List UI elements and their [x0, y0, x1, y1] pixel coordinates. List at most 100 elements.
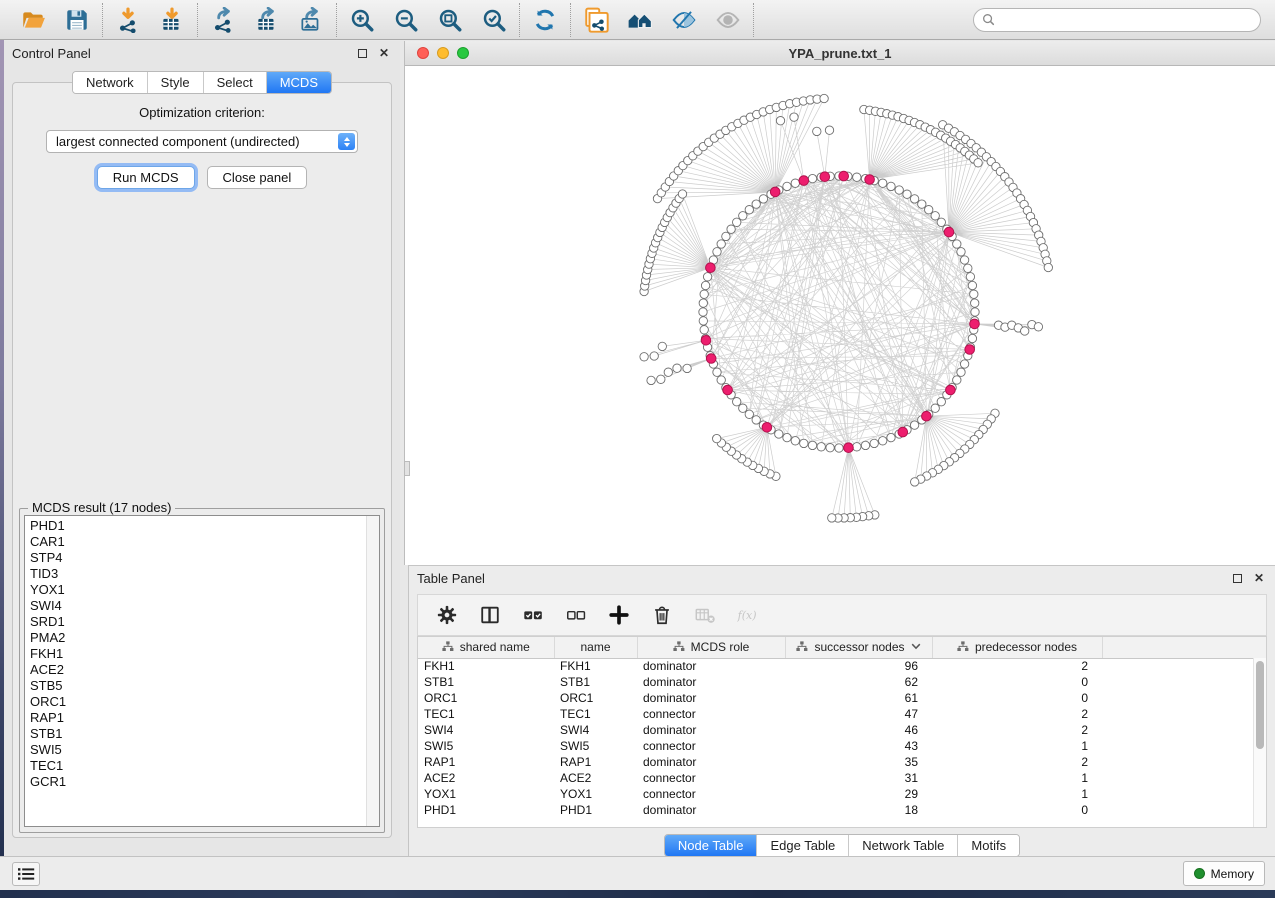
mcds-result-item[interactable]: SWI5 [30, 742, 379, 758]
graph-node[interactable] [791, 437, 799, 445]
graph-node[interactable] [722, 232, 730, 240]
graph-node[interactable] [640, 353, 648, 361]
graph-node[interactable] [752, 200, 760, 208]
mcds-result-item[interactable]: CAR1 [30, 534, 379, 550]
graph-node[interactable] [700, 290, 708, 298]
close-panel-icon[interactable]: ✕ [376, 45, 392, 61]
export-table-button[interactable] [252, 5, 282, 35]
graph-node[interactable] [800, 439, 808, 447]
table-cell[interactable]: ACE2 [418, 770, 554, 786]
function-builder-button[interactable] [735, 602, 761, 628]
table-cell[interactable]: YOX1 [554, 786, 637, 802]
column-header-MCDS-role[interactable]: MCDS role [637, 637, 785, 658]
table-row[interactable]: SWI4SWI4dominator462 [418, 722, 1266, 738]
graph-node[interactable] [752, 416, 760, 424]
graph-node[interactable] [931, 404, 939, 412]
mcds-result-item[interactable]: PMA2 [30, 630, 379, 646]
graph-node[interactable] [713, 248, 721, 256]
graph-node[interactable] [887, 433, 895, 441]
graph-node[interactable] [944, 227, 954, 237]
mcds-result-item[interactable]: GCR1 [30, 774, 379, 790]
graph-node[interactable] [799, 176, 809, 186]
graph-node[interactable] [964, 264, 972, 272]
delete-column-button[interactable] [649, 602, 675, 628]
graph-node[interactable] [678, 190, 686, 198]
graph-node[interactable] [853, 173, 861, 181]
table-row[interactable]: YOX1YOX1connector291 [418, 786, 1266, 802]
graph-node[interactable] [713, 434, 721, 442]
mcds-result-item[interactable]: ORC1 [30, 694, 379, 710]
zoom-in-button[interactable] [347, 5, 377, 35]
graph-node[interactable] [717, 376, 725, 384]
graph-node[interactable] [887, 182, 895, 190]
table-cell[interactable]: connector [637, 786, 785, 802]
graph-node[interactable] [699, 299, 707, 307]
graph-node[interactable] [903, 190, 911, 198]
mcds-result-item[interactable]: PHD1 [30, 518, 379, 534]
mcds-result-item[interactable]: FKH1 [30, 646, 379, 662]
table-row[interactable]: RAP1RAP1dominator352 [418, 754, 1266, 770]
graph-node[interactable] [673, 364, 681, 372]
graph-node[interactable] [745, 206, 753, 214]
table-cell[interactable]: 0 [932, 802, 1102, 818]
graph-node[interactable] [970, 319, 980, 329]
graph-node[interactable] [861, 441, 869, 449]
mcds-result-item[interactable]: YOX1 [30, 582, 379, 598]
graph-node[interactable] [965, 345, 975, 355]
tab-network[interactable]: Network [73, 72, 148, 93]
table-cell[interactable]: SWI5 [418, 738, 554, 754]
graph-node[interactable] [825, 126, 833, 134]
mcds-result-list[interactable]: PHD1CAR1STP4TID3YOX1SWI4SRD1PMA2FKH1ACE2… [24, 515, 380, 827]
graph-node[interactable] [953, 376, 961, 384]
mcds-result-item[interactable]: TEC1 [30, 758, 379, 774]
graph-node[interactable] [957, 248, 965, 256]
refresh-button[interactable] [530, 5, 560, 35]
network-canvas[interactable] [405, 66, 1275, 564]
tab-motifs[interactable]: Motifs [958, 835, 1019, 856]
mcds-result-item[interactable]: RAP1 [30, 710, 379, 726]
table-cell[interactable]: 0 [932, 674, 1102, 690]
export-network-button[interactable] [208, 5, 238, 35]
graph-node[interactable] [839, 171, 849, 181]
table-cell[interactable]: 62 [785, 674, 932, 690]
column-header-successor-nodes[interactable]: successor nodes [785, 637, 932, 658]
graph-node[interactable] [776, 117, 784, 125]
memory-button[interactable]: Memory [1183, 861, 1265, 886]
hide-graphics-details-button[interactable] [669, 5, 699, 35]
zoom-out-button[interactable] [391, 5, 421, 35]
graph-node[interactable] [828, 514, 836, 522]
table-cell[interactable]: RAP1 [554, 754, 637, 770]
graph-node[interactable] [853, 443, 861, 451]
graph-node[interactable] [647, 376, 655, 384]
graph-node[interactable] [826, 444, 834, 452]
table-cell[interactable]: 29 [785, 786, 932, 802]
export-image-button[interactable] [296, 5, 326, 35]
tab-edge-table[interactable]: Edge Table [757, 835, 849, 856]
table-cell[interactable]: STB1 [418, 674, 554, 690]
mcds-result-item[interactable]: TID3 [30, 566, 379, 582]
zoom-fit-button[interactable] [435, 5, 465, 35]
column-header-shared-name[interactable]: shared name [418, 637, 554, 658]
mcds-result-item[interactable]: SRD1 [30, 614, 379, 630]
show-graphics-details-button[interactable] [713, 5, 743, 35]
search-field[interactable] [973, 8, 1261, 32]
zoom-selected-button[interactable] [479, 5, 509, 35]
graph-node[interactable] [703, 273, 711, 281]
table-cell[interactable]: 47 [785, 706, 932, 722]
table-cell[interactable]: 31 [785, 770, 932, 786]
graph-node[interactable] [808, 174, 816, 182]
graph-node[interactable] [960, 360, 968, 368]
search-input[interactable] [1000, 12, 1252, 27]
graph-node[interactable] [937, 398, 945, 406]
float-panel-icon[interactable] [354, 45, 370, 61]
graph-node[interactable] [931, 212, 939, 220]
table-scrollbar[interactable] [1253, 658, 1266, 827]
mcds-result-item[interactable]: STP4 [30, 550, 379, 566]
graph-node[interactable] [911, 478, 919, 486]
graph-node[interactable] [971, 299, 979, 307]
table-row[interactable]: ACE2ACE2connector311 [418, 770, 1266, 786]
graph-node[interactable] [701, 281, 709, 289]
graph-node[interactable] [657, 375, 665, 383]
table-row[interactable]: PHD1PHD1dominator180 [418, 802, 1266, 818]
mcds-list-scrollbar[interactable] [366, 516, 379, 826]
